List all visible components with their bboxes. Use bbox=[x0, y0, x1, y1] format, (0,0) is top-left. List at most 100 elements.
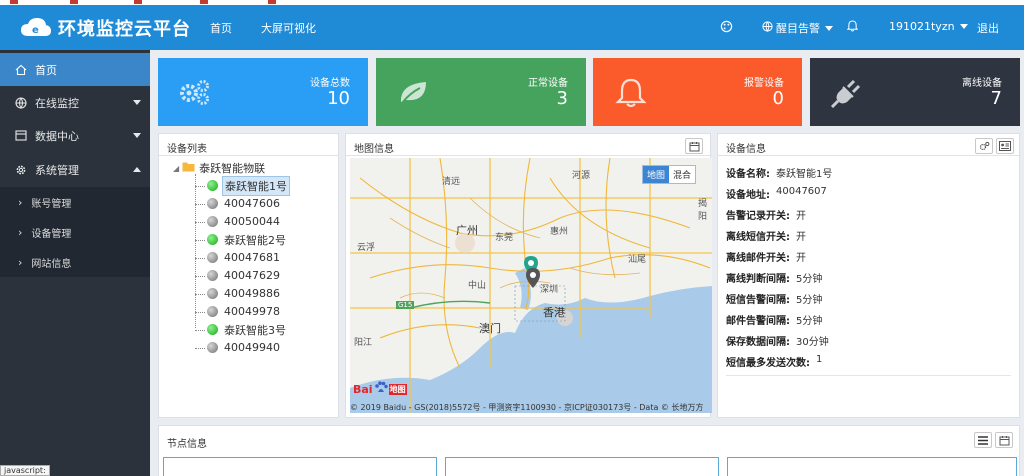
nav-bigscreen[interactable]: 大屏可视化 bbox=[261, 20, 316, 36]
home-icon bbox=[14, 63, 28, 77]
id-card-icon[interactable] bbox=[996, 138, 1014, 154]
bell-icon[interactable] bbox=[847, 20, 858, 32]
username: 191021tyzn bbox=[889, 20, 955, 33]
info-value: 30分钟 bbox=[796, 337, 829, 348]
device-info-row: 短信告警间隔: 5分钟 bbox=[726, 291, 822, 306]
device-info-row: 离线邮件开关: 开 bbox=[726, 249, 806, 264]
map-label: 广州 bbox=[456, 224, 478, 237]
status-offline-icon bbox=[207, 216, 218, 227]
map-label: 阳江 bbox=[354, 338, 373, 348]
card-alarm-devices[interactable]: 报警设备 0 bbox=[593, 58, 802, 126]
tree-item-device[interactable]: 泰跃智能3号 bbox=[195, 321, 288, 338]
palette-icon[interactable] bbox=[720, 20, 733, 33]
sidebar-subitem-label: 网站信息 bbox=[31, 258, 72, 270]
status-offline-icon bbox=[207, 288, 218, 299]
user-dropdown[interactable]: 191021tyzn bbox=[889, 20, 968, 33]
sidebar-item-online-monitor[interactable]: 在线监控 bbox=[0, 86, 150, 119]
chevron-down-icon bbox=[133, 100, 141, 105]
map-copyright: © 2019 Baidu - GS(2018)5572号 - 甲测资字11009… bbox=[350, 403, 704, 412]
panel-title: 地图信息 bbox=[354, 144, 394, 155]
card-value: 0 bbox=[772, 88, 784, 109]
tree-item-device[interactable]: 40047606 bbox=[195, 195, 282, 212]
folder-icon bbox=[182, 161, 195, 175]
calendar-icon[interactable] bbox=[995, 432, 1013, 448]
map-label: 澳门 bbox=[479, 322, 501, 335]
card-total-devices[interactable]: 设备总数 10 bbox=[158, 58, 368, 126]
map-type-map[interactable]: 地图 bbox=[643, 166, 670, 183]
paw-icon bbox=[374, 381, 388, 397]
logout-link[interactable]: 退出 bbox=[977, 20, 999, 36]
device-info-row: 保存数据间隔: 30分钟 bbox=[726, 333, 829, 348]
sidebar-subitem-devices[interactable]: › 设备管理 bbox=[0, 217, 150, 247]
tree-item-label: 泰跃智能1号 bbox=[222, 175, 290, 196]
status-bar-url: javascript: bbox=[0, 465, 50, 476]
card-offline-devices[interactable]: 离线设备 7 bbox=[810, 58, 1020, 126]
device-list-panel: 设备列表 ◢ 泰跃智能物联 泰跃智能1号 40047606 40050044 泰跃智能… bbox=[158, 133, 339, 418]
sidebar-item-system-admin[interactable]: 系统管理 bbox=[0, 153, 150, 186]
calendar-icon[interactable] bbox=[685, 138, 703, 154]
device-info-row: 设备地址: 40047607 bbox=[726, 186, 827, 201]
map-label: 云浮 bbox=[357, 243, 376, 253]
node-info-panel: 节点信息 bbox=[158, 425, 1020, 476]
sidebar-item-home[interactable]: 首页 bbox=[0, 53, 150, 86]
tree-item-label: 泰跃智能2号 bbox=[224, 233, 286, 247]
map-type-hybrid[interactable]: 混合 bbox=[669, 166, 696, 183]
alarm-dropdown[interactable]: 醒目告警 bbox=[762, 20, 833, 36]
card-value: 10 bbox=[327, 88, 350, 109]
chevron-down-icon bbox=[133, 133, 141, 138]
info-key: 短信告警间隔: bbox=[726, 295, 790, 306]
tree-item-device[interactable]: 40047629 bbox=[195, 267, 282, 284]
map-label: 清远 bbox=[442, 177, 461, 187]
tree-item-device[interactable]: 40050044 bbox=[195, 213, 282, 230]
sidebar-subitem-accounts[interactable]: › 账号管理 bbox=[0, 187, 150, 217]
tree-item-label: 40049940 bbox=[224, 341, 280, 354]
tree-item-label: 40047629 bbox=[224, 269, 280, 282]
map-label: 揭阳 bbox=[698, 199, 708, 222]
app-title: 环境监控云平台 bbox=[58, 19, 191, 40]
node-card bbox=[727, 457, 1017, 476]
gears-icon bbox=[178, 78, 214, 106]
sidebar-item-data-center[interactable]: 数据中心 bbox=[0, 119, 150, 152]
node-card bbox=[445, 457, 719, 476]
node-card bbox=[163, 457, 437, 476]
tree-item-device[interactable]: 泰跃智能2号 bbox=[195, 231, 288, 248]
device-info-row: 设备名称: 泰跃智能1号 bbox=[726, 165, 832, 180]
cloud-logo-icon: e bbox=[20, 16, 52, 41]
brand[interactable]: e 环境监控云平台 bbox=[20, 14, 191, 42]
tree-root-node[interactable]: ◢ 泰跃智能物联 bbox=[173, 160, 265, 176]
sidebar-item-label: 数据中心 bbox=[35, 129, 79, 143]
tree-item-label: 40049978 bbox=[224, 305, 280, 318]
card-normal-devices[interactable]: 正常设备 3 bbox=[376, 58, 586, 126]
tree-root-label: 泰跃智能物联 bbox=[199, 162, 266, 175]
settings-icon[interactable] bbox=[975, 138, 993, 154]
chevron-down-icon bbox=[825, 25, 833, 31]
chevron-down-icon bbox=[959, 24, 968, 29]
tree-item-device[interactable]: 40049978 bbox=[195, 303, 282, 320]
tree-item-label: 40050044 bbox=[224, 215, 280, 228]
info-value: 5分钟 bbox=[796, 316, 823, 327]
status-online-icon bbox=[207, 180, 218, 191]
list-icon[interactable] bbox=[974, 432, 992, 448]
chevron-up-icon bbox=[133, 167, 141, 172]
globe-icon bbox=[762, 21, 773, 35]
map-label: 东莞 bbox=[495, 233, 514, 243]
bell-icon bbox=[613, 78, 649, 107]
tree-item-label: 40049886 bbox=[224, 287, 280, 300]
tree-item-label: 泰跃智能3号 bbox=[224, 323, 286, 337]
map-canvas[interactable]: 清远 河源 揭阳 广州 东莞 惠州 云浮 汕尾 中山 深圳 香港 澳门 阳江 G… bbox=[350, 158, 712, 413]
info-key: 告警记录开关: bbox=[726, 211, 790, 222]
map-label: G15 bbox=[396, 301, 415, 309]
tree-item-device[interactable]: 40049940 bbox=[195, 339, 282, 356]
device-info-row: 离线短信开关: 开 bbox=[726, 228, 806, 243]
info-key: 邮件告警间隔: bbox=[726, 316, 790, 327]
nav-home[interactable]: 首页 bbox=[210, 20, 232, 36]
info-key: 设备名称: bbox=[726, 169, 770, 180]
sidebar-subitem-site-info[interactable]: › 网站信息 bbox=[0, 247, 150, 277]
info-value: 40047607 bbox=[776, 186, 827, 197]
tree-toggle-icon[interactable]: ◢ bbox=[173, 164, 179, 173]
tree-item-device[interactable]: 40049886 bbox=[195, 285, 282, 302]
tree-item-device[interactable]: 泰跃智能1号 bbox=[195, 175, 290, 196]
tree-item-device[interactable]: 40047681 bbox=[195, 249, 282, 266]
baidu-logo: Bai 地图 bbox=[353, 381, 407, 397]
map-label: 香港 bbox=[543, 306, 565, 319]
